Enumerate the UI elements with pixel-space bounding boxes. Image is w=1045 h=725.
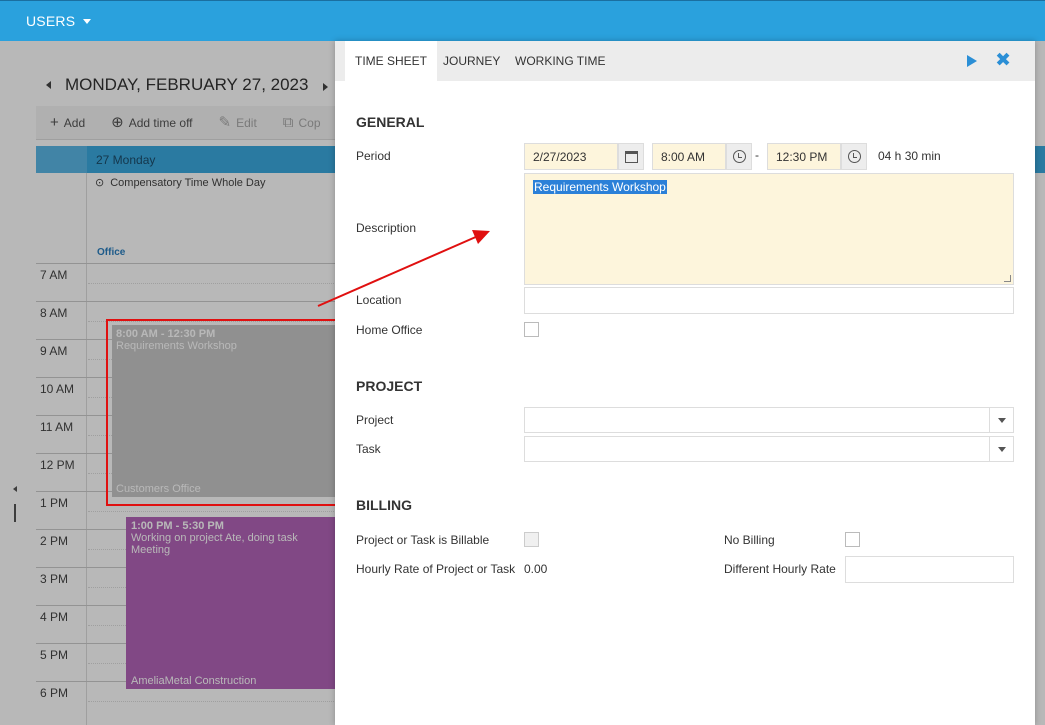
different-hourly-rate-input[interactable]: [845, 556, 1014, 583]
dialog-tab-bar: TIME SHEET JOURNEY WORKING TIME ✖: [335, 41, 1035, 81]
no-billing-label: No Billing: [724, 533, 775, 547]
close-icon[interactable]: ✖: [995, 51, 1011, 70]
dialog-actions: ✖: [967, 51, 1011, 70]
date-input[interactable]: 2/27/2023: [524, 143, 618, 170]
start-time-input[interactable]: 8:00 AM: [652, 143, 726, 170]
task-select[interactable]: [524, 436, 1014, 462]
hourly-rate-value: 0.00: [524, 562, 548, 576]
home-office-label: Home Office: [356, 323, 423, 337]
chevron-down-icon: [997, 417, 1006, 423]
period-separator: -: [755, 148, 759, 162]
project-label: Project: [356, 413, 394, 427]
home-office-checkbox[interactable]: [524, 322, 539, 337]
clock-icon: [847, 150, 861, 163]
description-text: Requirements Workshop: [533, 180, 667, 194]
description-textarea[interactable]: Requirements Workshop: [524, 173, 1014, 285]
project-dropdown-button[interactable]: [989, 408, 1013, 432]
billing-heading: BILLING: [356, 497, 412, 513]
description-label: Description: [356, 221, 417, 235]
hourly-rate-label: Hourly Rate of Project or Task: [356, 562, 516, 576]
no-billing-checkbox[interactable]: [845, 532, 860, 547]
project-select[interactable]: [524, 407, 1014, 433]
different-hourly-rate-label: Different Hourly Rate: [724, 562, 836, 576]
annotation-highlight-box: [106, 319, 343, 506]
task-label: Task: [356, 442, 381, 456]
time-entry-dialog: TIME SHEET JOURNEY WORKING TIME ✖ GENERA…: [335, 41, 1035, 725]
period-label: Period: [356, 149, 391, 163]
tab-time-sheet[interactable]: TIME SHEET: [345, 41, 438, 81]
chevron-down-icon: [997, 446, 1006, 452]
general-heading: GENERAL: [356, 114, 425, 130]
users-menu[interactable]: USERS: [26, 13, 92, 29]
end-time-picker-button[interactable]: [841, 143, 867, 170]
clock-icon: [732, 150, 746, 163]
date-picker-button[interactable]: [618, 143, 644, 170]
tab-working-time[interactable]: WORKING TIME: [505, 41, 615, 81]
resize-handle-icon[interactable]: [1004, 275, 1011, 282]
tab-journey[interactable]: JOURNEY: [433, 41, 510, 81]
play-icon[interactable]: [967, 55, 978, 67]
end-time-input[interactable]: 12:30 PM: [767, 143, 841, 170]
project-heading: PROJECT: [356, 378, 423, 394]
location-input[interactable]: [524, 287, 1014, 314]
task-dropdown-button[interactable]: [989, 437, 1013, 461]
users-menu-label: USERS: [26, 13, 76, 29]
caret-down-icon: [83, 18, 92, 24]
duration-value: 04 h 30 min: [878, 149, 941, 163]
billable-label: Project or Task is Billable: [356, 533, 490, 547]
billable-checkbox[interactable]: [524, 532, 539, 547]
start-time-picker-button[interactable]: [726, 143, 752, 170]
location-label: Location: [356, 293, 402, 307]
top-bar: USERS: [0, 0, 1045, 41]
calendar-icon: [624, 150, 638, 163]
